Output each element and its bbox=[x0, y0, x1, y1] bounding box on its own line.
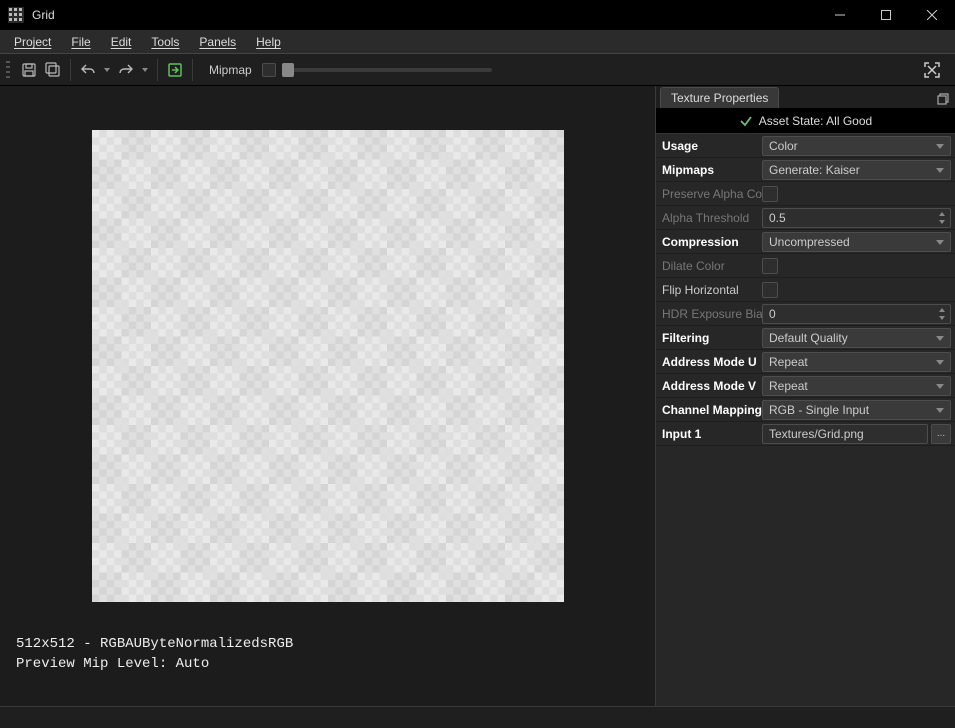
redo-icon[interactable] bbox=[115, 59, 137, 81]
label-dilate-color: Dilate Color bbox=[662, 259, 762, 273]
label-input1: Input 1 bbox=[662, 427, 762, 441]
texture-preview bbox=[92, 130, 564, 602]
save-all-icon[interactable] bbox=[42, 59, 64, 81]
menu-help[interactable]: Help bbox=[246, 30, 291, 53]
hdr-exposure-input[interactable]: 0 bbox=[762, 304, 951, 324]
maximize-button[interactable] bbox=[863, 0, 909, 30]
label-flip-horizontal: Flip Horizontal bbox=[662, 283, 762, 297]
dilate-color-checkbox[interactable] bbox=[762, 258, 778, 274]
panel-tabbar: Texture Properties bbox=[656, 86, 955, 108]
menu-project[interactable]: Project bbox=[4, 30, 61, 53]
menubar: Project File Edit Tools Panels Help bbox=[0, 30, 955, 54]
checkmark-icon bbox=[739, 114, 753, 128]
asset-state-bar: Asset State: All Good bbox=[656, 108, 955, 134]
undock-icon[interactable] bbox=[937, 93, 949, 108]
label-mipmaps: Mipmaps bbox=[662, 163, 762, 177]
label-address-v: Address Mode V bbox=[662, 379, 762, 393]
menu-panels[interactable]: Panels bbox=[189, 30, 246, 53]
usage-combo[interactable]: Color bbox=[762, 136, 951, 156]
label-usage: Usage bbox=[662, 139, 762, 153]
minimize-button[interactable] bbox=[817, 0, 863, 30]
channel-mapping-combo[interactable]: RGB - Single Input bbox=[762, 400, 951, 420]
mipmaps-combo[interactable]: Generate: Kaiser bbox=[762, 160, 951, 180]
tab-texture-properties[interactable]: Texture Properties bbox=[660, 87, 779, 108]
titlebar: Grid bbox=[0, 0, 955, 30]
content-area: 512x512 - RGBAUByteNormalizedsRGB Previe… bbox=[0, 86, 955, 706]
alpha-threshold-input[interactable]: 0.5 bbox=[762, 208, 951, 228]
filtering-combo[interactable]: Default Quality bbox=[762, 328, 951, 348]
menu-edit[interactable]: Edit bbox=[101, 30, 142, 53]
address-v-combo[interactable]: Repeat bbox=[762, 376, 951, 396]
label-alpha-threshold: Alpha Threshold bbox=[662, 211, 762, 225]
mipmap-label: Mipmap bbox=[209, 63, 252, 77]
label-hdr-exposure: HDR Exposure Bias bbox=[662, 307, 762, 321]
preserve-alpha-checkbox[interactable] bbox=[762, 186, 778, 202]
label-preserve-alpha: Preserve Alpha Coverage bbox=[662, 187, 762, 201]
toolbar: Mipmap bbox=[0, 54, 955, 86]
redo-history-dropdown[interactable] bbox=[139, 59, 151, 81]
import-icon[interactable] bbox=[164, 59, 186, 81]
window-title: Grid bbox=[32, 8, 55, 22]
undo-history-dropdown[interactable] bbox=[101, 59, 113, 81]
label-filtering: Filtering bbox=[662, 331, 762, 345]
mipmap-slider[interactable] bbox=[282, 68, 492, 72]
app-icon bbox=[8, 7, 24, 23]
slider-thumb[interactable] bbox=[282, 63, 294, 77]
toolbar-grip[interactable] bbox=[6, 61, 10, 79]
address-u-combo[interactable]: Repeat bbox=[762, 352, 951, 372]
input1-browse-button[interactable]: ... bbox=[931, 424, 951, 444]
statusbar bbox=[0, 706, 955, 728]
properties-panel: Texture Properties Asset State: All Good… bbox=[655, 86, 955, 706]
mipmap-checkbox[interactable] bbox=[262, 63, 276, 77]
label-address-u: Address Mode U bbox=[662, 355, 762, 369]
label-compression: Compression bbox=[662, 235, 762, 249]
close-button[interactable] bbox=[909, 0, 955, 30]
texture-viewport[interactable]: 512x512 - RGBAUByteNormalizedsRGB Previe… bbox=[0, 86, 655, 706]
save-icon[interactable] bbox=[18, 59, 40, 81]
menu-file[interactable]: File bbox=[61, 30, 100, 53]
menu-tools[interactable]: Tools bbox=[141, 30, 189, 53]
fit-to-view-icon[interactable] bbox=[921, 59, 943, 81]
flip-horizontal-checkbox[interactable] bbox=[762, 282, 778, 298]
undo-icon[interactable] bbox=[77, 59, 99, 81]
compression-combo[interactable]: Uncompressed bbox=[762, 232, 951, 252]
label-channel-mapping: Channel Mapping bbox=[662, 403, 762, 417]
viewport-status: 512x512 - RGBAUByteNormalizedsRGB Previe… bbox=[16, 634, 293, 674]
input1-path[interactable]: Textures/Grid.png bbox=[762, 424, 928, 444]
